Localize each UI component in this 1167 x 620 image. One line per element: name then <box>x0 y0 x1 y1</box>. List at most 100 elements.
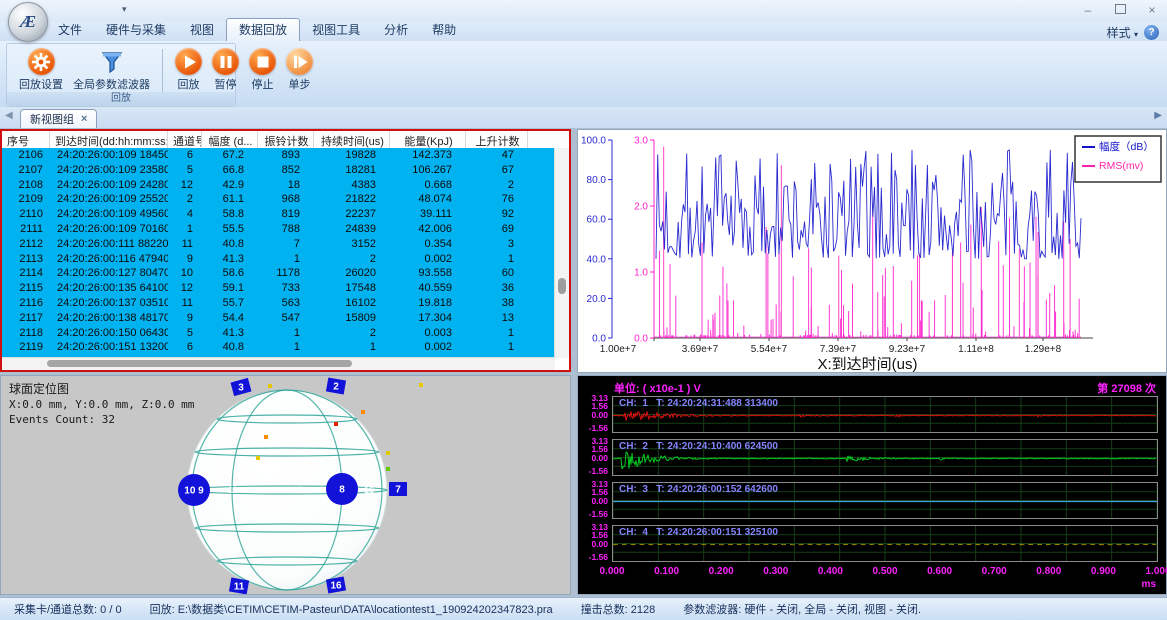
waveform-channel-2[interactable]: CH: 2 T: 24:20:24:10:400 624500 <box>612 439 1158 476</box>
menu-bar: 文件硬件与采集视图数据回放视图工具分析帮助 <box>0 22 1167 41</box>
cell: 2111 <box>2 222 50 237</box>
ribbon-button-play[interactable]: 回放 <box>173 47 204 93</box>
table-row[interactable]: 211124:20:26:00:109 701600155.5788248394… <box>2 222 555 237</box>
table-row[interactable]: 211524:20:26:00:135 6410001259.173317548… <box>2 281 555 296</box>
equator-sensor-label: 11 <box>228 485 238 495</box>
minimize-button[interactable]: – <box>1079 1 1097 19</box>
status-segment-2: 撞击总数: 2128 <box>567 601 670 617</box>
menu-item-2[interactable]: 视图 <box>178 19 226 41</box>
menu-item-1[interactable]: 硬件与采集 <box>94 19 178 41</box>
sensor-marker[interactable]: 7 <box>389 482 407 496</box>
menu-item-6[interactable]: 帮助 <box>420 19 468 41</box>
table-row[interactable]: 211824:20:26:00:150 064300541.3120.0031 <box>2 326 555 341</box>
cell: 1 <box>466 326 528 341</box>
ribbon-button-step[interactable]: 单步 <box>284 47 315 93</box>
y-axis-label: -1.56 <box>580 509 608 519</box>
cell: 38 <box>466 296 528 311</box>
svg-text:100.0: 100.0 <box>581 136 606 147</box>
style-button[interactable]: 样式 ▾ <box>1107 24 1138 41</box>
table-horizontal-scrollbar[interactable] <box>2 357 555 370</box>
cell: 24:20:26:00:135 641000 <box>50 281 168 296</box>
ribbon-button-pause[interactable]: 暂停 <box>210 47 241 93</box>
cell: 3152 <box>314 237 390 252</box>
cell: 17548 <box>314 281 390 296</box>
y-axis-label: 0.00 <box>580 410 608 420</box>
table-row[interactable]: 210924:20:26:00:109 255200261.1968218224… <box>2 192 555 207</box>
horizontal-scroll-thumb[interactable] <box>47 360 352 367</box>
waveform-channel-4[interactable]: CH: 4 T: 24:20:26:00:151 325100 <box>612 525 1158 562</box>
waveform-channel-3[interactable]: CH: 3 T: 24:20:26:00:152 642600 <box>612 482 1158 519</box>
menu-item-5[interactable]: 分析 <box>372 19 420 41</box>
column-header-7[interactable]: 上升计数 <box>466 131 528 148</box>
table-vertical-scrollbar[interactable] <box>554 148 569 358</box>
table-row[interactable]: 210724:20:26:00:109 235800566.8852182811… <box>2 163 555 178</box>
ribbon-group-playback: 回放设置全局参数滤波器回放暂停停止单步 回放 <box>6 43 236 107</box>
cell: 21822 <box>314 192 390 207</box>
table-row[interactable]: 211024:20:26:00:109 495600458.8819222373… <box>2 207 555 222</box>
x-axis-label: 0.700 <box>982 566 1007 577</box>
ribbon-button-label: 暂停 <box>215 76 237 92</box>
table-body[interactable]: 210624:20:26:00:109 184500667.2893198281… <box>2 148 555 358</box>
table-row[interactable]: 211324:20:26:00:116 479400941.3120.0021 <box>2 252 555 267</box>
cell: 48.074 <box>390 192 466 207</box>
cell: 24:20:26:00:109 701600 <box>50 222 168 237</box>
ribbon-button-stop[interactable]: 停止 <box>247 47 278 93</box>
tab-scroll-left-icon[interactable]: ◀ <box>5 110 13 121</box>
table-row[interactable]: 211224:20:26:00:111 8822001140.8731520.3… <box>2 237 555 252</box>
column-header-4[interactable]: 振铃计数 <box>258 131 314 148</box>
ribbon-button-playback-settings[interactable]: 回放设置 <box>17 47 65 93</box>
maximize-button[interactable] <box>1111 1 1129 19</box>
sensor-marker[interactable]: 3 <box>230 378 251 396</box>
column-header-5[interactable]: 持续时间(us) <box>314 131 390 148</box>
cell: 92 <box>466 207 528 222</box>
sensor-marker[interactable]: 8 <box>326 473 358 505</box>
column-header-0[interactable]: 序号 <box>2 131 50 148</box>
tab-close-icon[interactable]: × <box>81 113 87 125</box>
tab-scroll-right-icon[interactable]: ▶ <box>1154 110 1162 121</box>
ribbon-group-label: 回放 <box>7 92 235 106</box>
cell: 2110 <box>2 207 50 222</box>
cell: 76 <box>466 192 528 207</box>
close-button[interactable]: × <box>1143 1 1161 19</box>
table-row[interactable]: 211424:20:26:00:127 8047001058.611782602… <box>2 266 555 281</box>
sphere-title: 球面定位图 <box>9 382 194 397</box>
cell: 24:20:26:00:127 804700 <box>50 266 168 281</box>
menu-item-4[interactable]: 视图工具 <box>300 19 372 41</box>
vertical-scroll-thumb[interactable] <box>558 278 566 294</box>
quick-access-dropdown-icon[interactable]: ▾ <box>122 4 127 15</box>
waveform-channel-1[interactable]: CH: 1 T: 24:20:24:31:488 313400 <box>612 396 1158 433</box>
column-header-1[interactable]: 到达时间(dd:hh:mm:ss:m... <box>50 131 168 148</box>
status-segment-1: 回放: E:\数据类\CETIM\CETIM-Pasteur\DATA\loca… <box>136 601 567 617</box>
menu-item-3[interactable]: 数据回放 <box>226 18 300 41</box>
table-row[interactable]: 210824:20:26:00:109 2428001242.91843830.… <box>2 178 555 193</box>
svg-text:2.0: 2.0 <box>634 202 648 213</box>
cell: 42.9 <box>202 178 258 193</box>
y-axis-label: -1.56 <box>580 552 608 562</box>
table-row[interactable]: 211724:20:26:00:138 481700954.4547158091… <box>2 311 555 326</box>
cell: 1 <box>258 340 314 355</box>
sphere-location-view[interactable]: 球面定位图 X:0.0 mm, Y:0.0 mm, Z:0.0 mm Event… <box>0 375 571 595</box>
ribbon-button-global-param-filter[interactable]: 全局参数滤波器 <box>71 47 152 93</box>
column-header-6[interactable]: 能量(KpJ) <box>390 131 466 148</box>
column-header-2[interactable]: 通道号 <box>168 131 202 148</box>
waveform-view[interactable]: 单位: ( x10e-1 ) V 第 27098 次 CH: 1 T: 24:2… <box>577 375 1167 595</box>
amplitude-rms-chart[interactable]: 0.020.040.060.080.0100.00.01.02.03.01.00… <box>577 129 1167 373</box>
cell: 2 <box>314 326 390 341</box>
help-icon[interactable]: ? <box>1144 25 1159 40</box>
cell: 17.304 <box>390 311 466 326</box>
table-row[interactable]: 211924:20:26:00:151 132000640.8110.0021 <box>2 340 555 355</box>
sensor-marker[interactable]: 10 9 <box>178 474 210 506</box>
hits-table-view[interactable]: 序号到达时间(dd:hh:mm:ss:m...通道号幅度 (d...振铃计数持续… <box>0 129 571 372</box>
table-row[interactable]: 211624:20:26:00:137 0351001155.756316102… <box>2 296 555 311</box>
menu-item-0[interactable]: 文件 <box>46 19 94 41</box>
app-logo-button[interactable]: Æ <box>8 2 48 42</box>
cell: 7 <box>258 237 314 252</box>
view-tab[interactable]: 新视图组 × <box>20 109 97 128</box>
cell: 3 <box>466 237 528 252</box>
table-row[interactable]: 210624:20:26:00:109 184500667.2893198281… <box>2 148 555 163</box>
cell: 0.002 <box>390 340 466 355</box>
sensor-marker[interactable]: 2 <box>326 378 346 395</box>
cell: 0.003 <box>390 326 466 341</box>
column-header-3[interactable]: 幅度 (d... <box>202 131 258 148</box>
cell: 2106 <box>2 148 50 163</box>
